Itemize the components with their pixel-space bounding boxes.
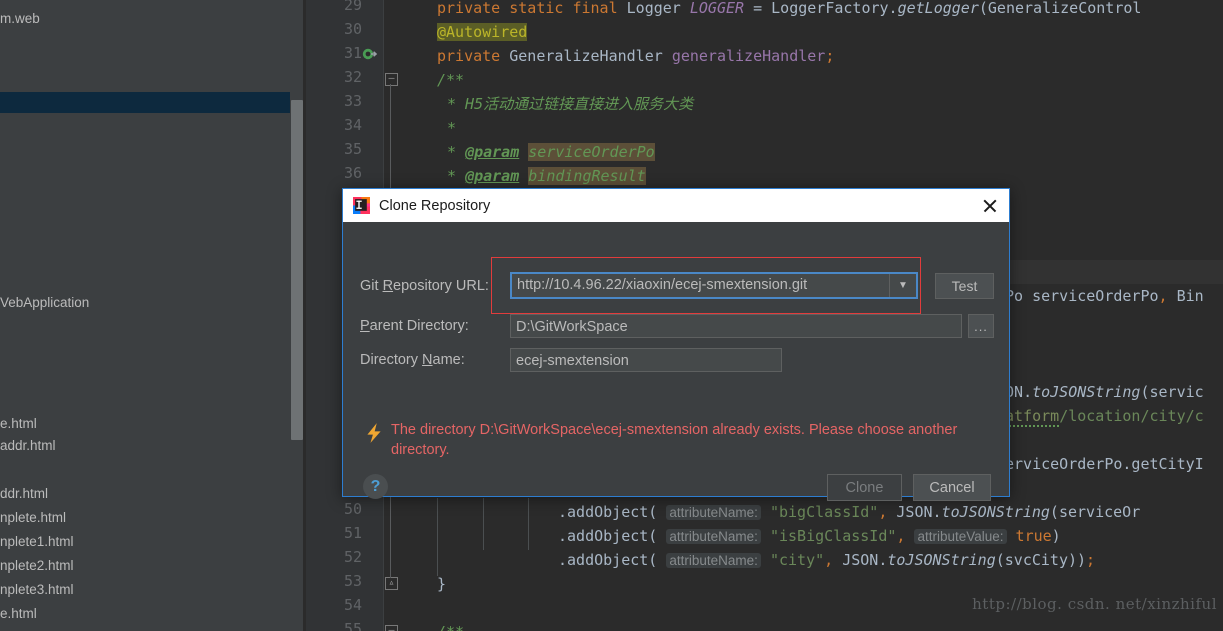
tree-item-label: ddr.html <box>0 486 49 501</box>
list-item[interactable]: nplete3.html <box>0 579 290 600</box>
close-icon[interactable] <box>977 193 1003 219</box>
list-item[interactable]: nplete.html <box>0 507 290 528</box>
code-line-50: .addObject( attributeName: "bigClassId",… <box>558 503 1141 521</box>
list-item-selected[interactable] <box>0 92 290 113</box>
code-line-36: * @param bindingResult <box>447 167 646 185</box>
directory-name-label: Directory Name: <box>360 352 465 368</box>
help-icon[interactable]: ? <box>363 474 388 499</box>
code-line-53: } <box>437 575 447 593</box>
tree-item-label: nplete.html <box>0 510 67 525</box>
code-line-35: * @param serviceOrderPo <box>447 143 655 161</box>
intellij-idea-icon <box>353 197 370 214</box>
project-pane-scrollbar-thumb[interactable] <box>291 100 303 440</box>
code-line-33: * H5活动通过链接直接进入服务大类 <box>447 95 694 113</box>
code-line-51: .addObject( attributeName: "isBigClassId… <box>558 527 1061 545</box>
code-line-30: @Autowired <box>437 23 528 41</box>
parent-directory-label: Parent Directory: <box>360 318 469 334</box>
tree-item-label: nplete3.html <box>0 582 74 597</box>
code-line-29: private static final Logger LOGGER = Log… <box>437 0 1142 17</box>
code-line-52: .addObject( attributeName: "city", JSON.… <box>558 551 1096 569</box>
tree-item-label: VebApplication <box>0 295 90 310</box>
code-line-32: /** <box>437 71 465 89</box>
dialog-body: Git Repository URL: http://10.4.96.22/xi… <box>343 222 1009 501</box>
list-item[interactable]: addr.html <box>0 435 290 456</box>
clone-button[interactable]: Clone <box>827 474 902 501</box>
code-line-31: private GeneralizeHandler generalizeHand… <box>437 47 835 65</box>
test-button[interactable]: Test <box>935 273 994 299</box>
list-item[interactable]: ddr.html <box>0 483 290 504</box>
tree-item-label: e.html <box>0 416 37 431</box>
tree-item-label: nplete1.html <box>0 534 74 549</box>
clone-repository-dialog[interactable]: Clone Repository Git Repository URL: htt… <box>342 188 1010 501</box>
error-message: The directory D:\GitWorkSpace\ecej-smext… <box>391 422 958 458</box>
code-line-34: * <box>447 119 457 137</box>
line-number: 54 <box>343 596 362 614</box>
git-url-input[interactable]: http://10.4.96.22/xiaoxin/ecej-smextensi… <box>512 274 889 297</box>
watermark-text: http://blog. csdn. net/xinzhiful <box>972 595 1217 613</box>
code-line-55: /** <box>306 620 1223 631</box>
browse-button[interactable]: ... <box>968 314 994 338</box>
list-item[interactable]: e.html <box>0 413 290 434</box>
tree-item-label: nplete2.html <box>0 558 74 573</box>
tree-item-label: e.html <box>0 606 37 621</box>
dialog-titlebar[interactable]: Clone Repository <box>343 189 1009 222</box>
directory-name-input[interactable]: ecej-smextension <box>510 348 782 372</box>
chevron-down-icon[interactable]: ▼ <box>889 274 916 297</box>
list-item[interactable]: VebApplication <box>0 292 290 313</box>
list-item[interactable]: m.web <box>0 8 290 29</box>
tree-item-label: addr.html <box>0 438 56 453</box>
list-item[interactable]: e.html <box>0 603 290 624</box>
tree-item-label: m.web <box>0 11 40 26</box>
warning-bolt-icon <box>367 423 381 443</box>
parent-directory-input[interactable]: D:\GitWorkSpace <box>510 314 962 338</box>
validation-error: The directory D:\GitWorkSpace\ecej-smext… <box>365 420 985 460</box>
git-url-label: Git Repository URL: <box>360 278 489 294</box>
dialog-title: Clone Repository <box>379 197 491 214</box>
list-item[interactable]: nplete2.html <box>0 555 290 576</box>
project-tree-panel[interactable]: m.web VebApplication e.html addr.html dd… <box>0 0 290 631</box>
git-url-combobox[interactable]: http://10.4.96.22/xiaoxin/ecej-smextensi… <box>510 272 918 299</box>
list-item[interactable]: nplete1.html <box>0 531 290 552</box>
cancel-button[interactable]: Cancel <box>913 474 991 501</box>
